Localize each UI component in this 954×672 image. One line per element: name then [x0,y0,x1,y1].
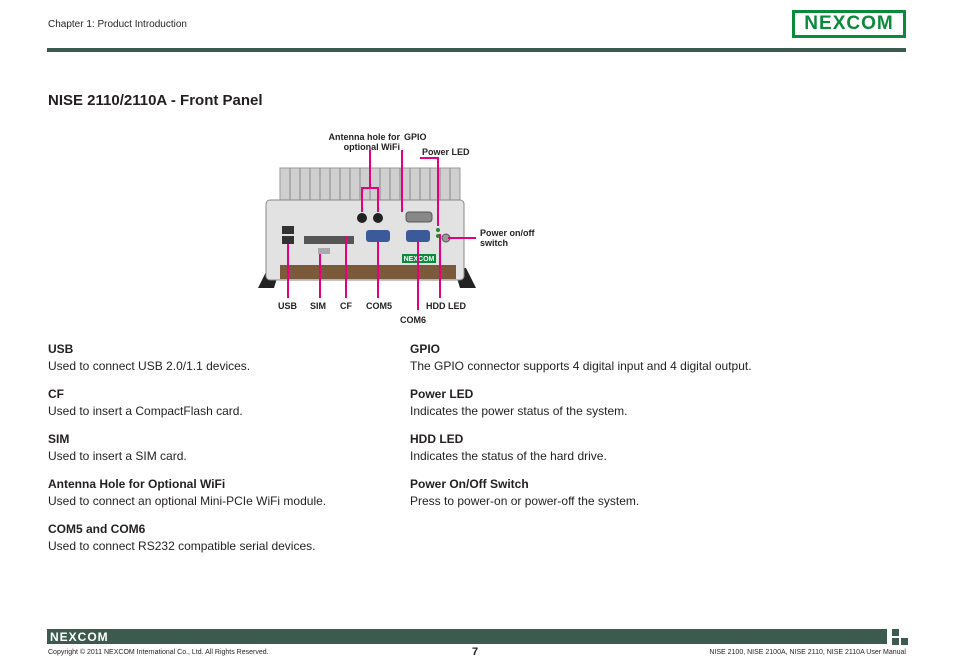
label-hdd-led: HDD LED [426,301,466,311]
entry-title: HDD LED [410,432,464,446]
left-description-column: USB Used to connect USB 2.0/1.1 devices.… [48,342,378,567]
header-rule [47,48,906,52]
label-com5: COM5 [366,301,393,311]
label-usb: USB [278,301,298,311]
entry-hdd-led: HDD LED Indicates the status of the hard… [410,432,830,463]
entry-power-switch: Power On/Off Switch Press to power-on or… [410,477,830,508]
corner-square-icon [892,638,899,645]
entry-description: Used to connect an optional Mini-PCIe Wi… [48,494,327,508]
entry-title: USB [48,342,74,356]
entry-title: Antenna Hole for Optional WiFi [48,477,226,491]
entry-title: COM5 and COM6 [48,522,146,536]
entry-title: SIM [48,432,70,446]
label-power-led: Power LED [422,147,470,157]
footer-bar [47,629,887,644]
label-sim: SIM [310,301,327,311]
label-power-switch: Power on/off switch [480,228,535,248]
entry-sim: SIM Used to insert a SIM card. [48,432,378,463]
front-panel-figure: NEXCOM [258,150,476,310]
entry-power-led: Power LED Indicates the power status of … [410,387,830,418]
entry-antenna: Antenna Hole for Optional WiFi Used to c… [48,477,378,508]
copyright-text: Copyright © 2011 NEXCOM International Co… [48,649,269,656]
right-description-column: GPIO The GPIO connector supports 4 digit… [410,342,830,522]
label-cf: CF [340,301,352,311]
chapter-heading: Chapter 1: Product Introduction [48,19,187,30]
entry-description: Used to insert a CompactFlash card. [48,404,243,418]
corner-square-icon [892,629,899,636]
label-gpio: GPIO [404,132,427,142]
entry-description: Used to connect USB 2.0/1.1 devices. [48,359,251,373]
entry-cf: CF Used to insert a CompactFlash card. [48,387,378,418]
entry-description: Indicates the power status of the system… [410,404,628,418]
entry-usb: USB Used to connect USB 2.0/1.1 devices. [48,342,378,373]
footer-logo: NEXCOM [50,630,109,644]
front-panel-badge: NEXCOM [404,256,435,263]
entry-title: GPIO [410,342,441,356]
nexcom-logo: NEXCOM [792,10,906,38]
entry-description: Used to connect RS232 compatible serial … [48,539,316,553]
label-antenna: Antenna hole for optional WiFi [328,132,401,152]
entry-gpio: GPIO The GPIO connector supports 4 digit… [410,342,830,373]
page-number: 7 [472,646,479,658]
entry-description: Press to power-on or power-off the syste… [410,494,640,508]
entry-description: Indicates the status of the hard drive. [410,449,607,463]
entry-title: Power On/Off Switch [410,477,529,491]
entry-description: Used to insert a SIM card. [48,449,187,463]
label-com6: COM6 [400,315,427,325]
entry-com: COM5 and COM6 Used to connect RS232 comp… [48,522,378,553]
corner-square-icon [901,638,908,645]
entry-title: CF [48,387,64,401]
entry-description: The GPIO connector supports 4 digital in… [410,359,752,373]
manual-title: NISE 2100, NISE 2100A, NISE 2110, NISE 2… [709,649,906,656]
entry-title: Power LED [410,387,474,401]
logo-text: NEXCOM [795,13,903,35]
section-title: NISE 2110/2110A - Front Panel [48,92,263,109]
